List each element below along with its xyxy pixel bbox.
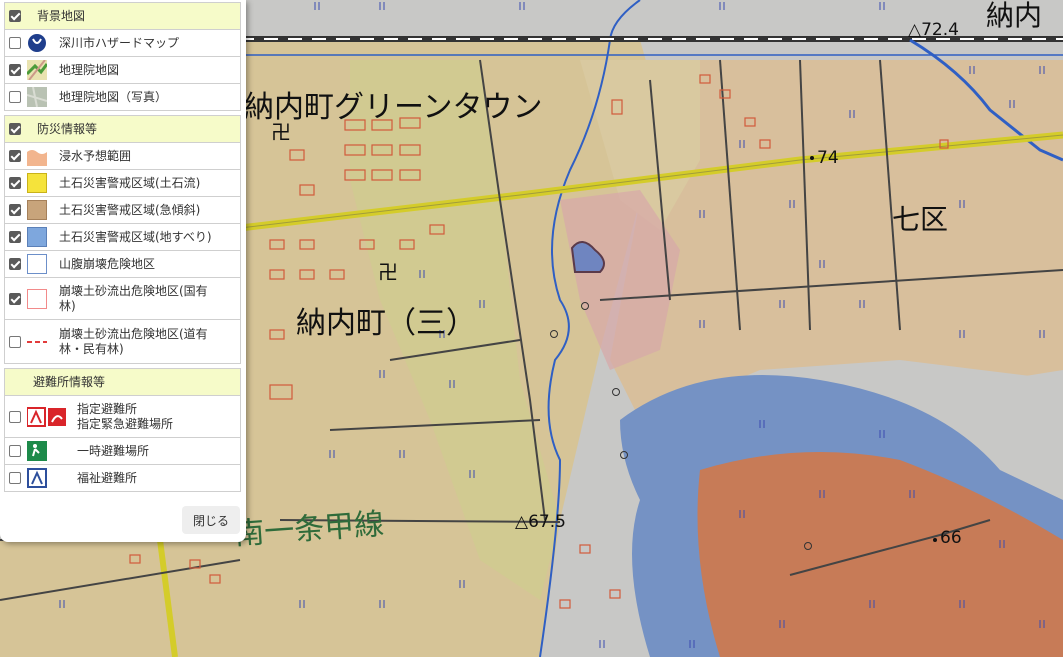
elevation-66: 66 (940, 528, 962, 548)
layer-steep-slope[interactable]: 土石災害警戒区域(急傾斜) (4, 197, 241, 224)
layer-label: 山腹崩壊危険地区 (59, 256, 156, 271)
place-label-nanaku: 七区 (892, 203, 949, 236)
checkbox-steep-slope[interactable] (9, 204, 21, 216)
place-label-nouchi-corner: 納内 (986, 0, 1043, 32)
layer-label: 指定避難所 (77, 401, 138, 416)
layer-label: 地理院地図（写真） (59, 89, 168, 104)
checkbox-gsi-map[interactable] (9, 64, 21, 76)
landslide-swatch (27, 227, 47, 247)
layer-private-forest-sediment[interactable]: 崩壊土砂流出危険地区(道有林・民有林) (4, 320, 241, 364)
section-disaster-info[interactable]: 防災情報等 (4, 115, 241, 143)
section-label: 防災情報等 (37, 121, 98, 136)
designated-shelter-icons (27, 406, 66, 427)
welfare-shelter-icon (27, 468, 47, 488)
checkbox-disaster-info[interactable] (9, 123, 21, 135)
layer-label: 深川市ハザードマップ (59, 35, 180, 50)
layer-label: 土石災害警戒区域(急傾斜) (59, 202, 201, 217)
close-button[interactable]: 閉じる (182, 506, 240, 534)
designated-shelter-labels: 指定避難所 指定緊急避難場所 (77, 402, 173, 432)
section-label: 背景地図 (37, 8, 86, 23)
flood-area-icon (27, 146, 47, 166)
layer-label: 崩壊土砂流出危険地区(国有林) (59, 283, 208, 313)
section-background-map[interactable]: 背景地図 (4, 2, 241, 30)
checkbox-landslide[interactable] (9, 231, 21, 243)
checkbox-gsi-photo[interactable] (9, 91, 21, 103)
elevation-72-4: △72.4 (908, 20, 959, 40)
private-forest-sediment-dash-icon (27, 340, 47, 343)
layer-label: 崩壊土砂流出危険地区(道有林・民有林) (59, 326, 208, 356)
elevation-67-5: △67.5 (515, 512, 566, 532)
checkbox-hillside-collapse[interactable] (9, 258, 21, 270)
checkbox-national-forest-sediment[interactable] (9, 292, 21, 305)
layer-label: 地理院地図 (59, 62, 120, 77)
hillside-collapse-swatch (27, 254, 47, 274)
layer-gsi-photo[interactable]: 地理院地図（写真） (4, 84, 241, 111)
checkbox-private-forest-sediment[interactable] (9, 335, 21, 348)
layer-label-secondary: 指定緊急避難場所 (77, 416, 174, 431)
place-label-nouchi-3: 納内町（三） (296, 306, 476, 341)
gsi-photo-map-icon (27, 87, 47, 107)
layer-gsi-map[interactable]: 地理院地図 (4, 57, 241, 84)
temple-symbol: 卍 (271, 120, 291, 144)
temple-symbol: 卍 (378, 260, 398, 284)
layer-flood-area[interactable]: 浸水予想範囲 (4, 143, 241, 170)
layer-label: 一時避難場所 (77, 443, 150, 458)
section-shelter-info: 避難所情報等 (4, 368, 241, 396)
checkbox-temporary-evacuation[interactable] (9, 445, 21, 457)
layer-designated-shelter[interactable]: 指定避難所 指定緊急避難場所 (4, 396, 241, 438)
gsi-standard-map-icon (27, 60, 47, 80)
layer-label: 土石災害警戒区域(土石流) (59, 175, 201, 190)
checkbox-designated-shelter[interactable] (9, 410, 21, 423)
debris-flow-swatch (27, 173, 47, 193)
layer-hillside-collapse[interactable]: 山腹崩壊危険地区 (4, 251, 241, 278)
checkbox-debris-flow[interactable] (9, 177, 21, 189)
checkbox-flood-area[interactable] (9, 150, 21, 162)
layer-national-forest-sediment[interactable]: 崩壊土砂流出危険地区(国有林) (4, 278, 241, 320)
temporary-evacuation-icon (27, 441, 47, 461)
layer-label: 浸水予想範囲 (59, 148, 132, 163)
layer-landslide[interactable]: 土石災害警戒区域(地すべり) (4, 224, 241, 251)
layer-label: 福祉避難所 (77, 470, 138, 485)
national-forest-sediment-swatch (27, 288, 47, 309)
checkbox-welfare-shelter[interactable] (9, 472, 21, 484)
steep-slope-swatch (27, 200, 47, 220)
layer-temporary-evacuation[interactable]: 一時避難場所 (4, 438, 241, 465)
layer-panel: 背景地図 深川市ハザードマップ 地理院地図 地理院地図（写真） 防災情報等 浸水… (0, 0, 246, 542)
section-label: 避難所情報等 (33, 374, 106, 389)
layer-hazard-map[interactable]: 深川市ハザードマップ (4, 30, 241, 57)
layer-welfare-shelter[interactable]: 福祉避難所 (4, 465, 241, 492)
elevation-74: 74 (817, 148, 839, 168)
checkbox-background-map[interactable] (9, 10, 21, 22)
layer-debris-flow[interactable]: 土石災害警戒区域(土石流) (4, 170, 241, 197)
city-logo-icon (28, 34, 46, 52)
layer-label: 土石災害警戒区域(地すべり) (59, 229, 212, 244)
checkbox-hazard-map[interactable] (9, 37, 21, 49)
